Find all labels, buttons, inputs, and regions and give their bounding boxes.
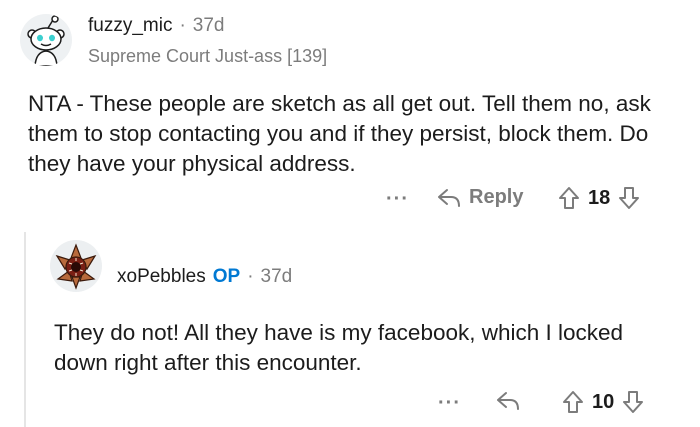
reply-meta-separator: · — [247, 266, 254, 287]
reply-button[interactable]: Reply — [437, 186, 523, 209]
more-options-button[interactable]: ··· — [386, 188, 409, 211]
downvote-icon[interactable] — [622, 390, 644, 414]
comment-age[interactable]: 37d — [193, 15, 225, 37]
reply-more-options-button[interactable]: ··· — [438, 392, 461, 415]
comment-header: fuzzy_mic · 37d — [88, 15, 225, 37]
vote-controls: 18 — [558, 186, 640, 210]
op-badge: OP — [212, 266, 241, 287]
vote-score: 18 — [588, 186, 611, 209]
reply-header: xoPebbles OP · 37d — [117, 266, 292, 288]
thread-line[interactable] — [24, 232, 26, 427]
user-flair: Supreme Court Just-ass [139] — [88, 46, 328, 66]
downvote-icon[interactable] — [618, 186, 640, 210]
meta-separator: · — [179, 15, 186, 36]
reply-vote-score: 10 — [592, 390, 615, 413]
upvote-icon[interactable] — [562, 390, 584, 414]
comment-username[interactable]: fuzzy_mic — [88, 15, 172, 37]
reply-body: They do not! All they have is my faceboo… — [54, 320, 624, 375]
reply-arrow-icon — [497, 392, 519, 410]
snoo-avatar-icon — [20, 14, 72, 66]
reply-vote-controls: 10 — [562, 390, 644, 414]
reply-reply-button[interactable] — [496, 390, 520, 412]
reply-label: Reply — [469, 186, 524, 208]
user-avatar[interactable] — [20, 14, 72, 66]
reply-age[interactable]: 37d — [261, 266, 293, 288]
upvote-icon[interactable] — [558, 186, 580, 210]
reply-user-avatar[interactable] — [50, 240, 102, 292]
demogorgon-avatar-icon — [50, 240, 102, 292]
reply-username[interactable]: xoPebbles — [117, 266, 206, 288]
comment-body: NTA - These people are sketch as all get… — [28, 91, 651, 176]
reply-arrow-icon — [438, 188, 460, 207]
